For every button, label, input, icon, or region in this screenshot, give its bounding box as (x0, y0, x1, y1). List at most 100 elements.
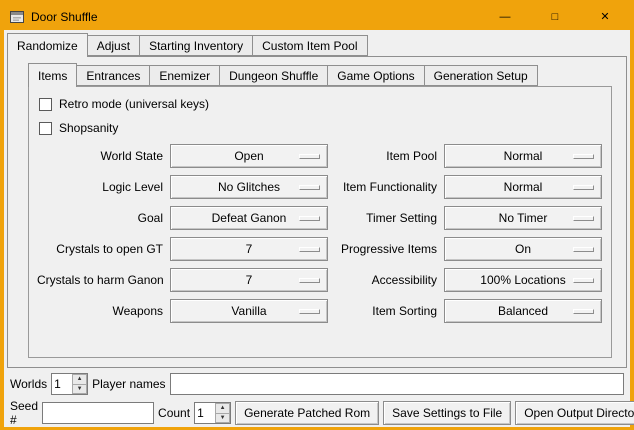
tab-custom-item-pool[interactable]: Custom Item Pool (252, 35, 367, 56)
dropdown-indicator-icon (573, 216, 594, 221)
goal-dropdown[interactable]: Defeat Ganon (170, 206, 328, 230)
world-state-value: Open (234, 149, 263, 163)
spin-down-icon[interactable]: ▼ (215, 414, 230, 424)
crystals-harm-ganon-label: Crystals to harm Ganon (37, 273, 163, 287)
worlds-spin-arrows: ▲ ▼ (72, 374, 87, 394)
spin-down-icon[interactable]: ▼ (72, 385, 87, 395)
shopsanity-checkbox[interactable] (39, 122, 52, 135)
worlds-label: Worlds (10, 377, 47, 391)
maximize-icon: □ (552, 12, 559, 23)
dropdown-indicator-icon (299, 278, 320, 283)
client-area: Randomize Adjust Starting Inventory Cust… (4, 30, 630, 427)
logic-level-dropdown[interactable]: No Glitches (170, 175, 328, 199)
seed-label: Seed # (10, 399, 38, 427)
item-pool-label: Item Pool (335, 149, 437, 163)
crystals-open-gt-value: 7 (246, 242, 253, 256)
dropdown-indicator-icon (299, 185, 320, 190)
item-pool-value: Normal (504, 149, 543, 163)
dropdown-indicator-icon (299, 247, 320, 252)
titlebar[interactable]: Door Shuffle — □ ✕ (4, 4, 630, 30)
tab-randomize[interactable]: Randomize (7, 33, 88, 57)
tab-game-options[interactable]: Game Options (327, 65, 424, 86)
app-icon (9, 9, 25, 25)
crystals-open-gt-label: Crystals to open GT (37, 242, 163, 256)
accessibility-dropdown[interactable]: 100% Locations (444, 268, 602, 292)
goal-label: Goal (37, 211, 163, 225)
inner-tab-bar: Items Entrances Enemizer Dungeon Shuffle… (8, 62, 626, 86)
tab-dungeon-shuffle[interactable]: Dungeon Shuffle (219, 65, 328, 86)
timer-setting-value: No Timer (499, 211, 548, 225)
dropdown-indicator-icon (573, 247, 594, 252)
worlds-spinner: ▲ ▼ (51, 373, 88, 395)
tab-items[interactable]: Items (28, 63, 77, 87)
logic-level-label: Logic Level (37, 180, 163, 194)
item-functionality-label: Item Functionality (335, 180, 437, 194)
goal-value: Defeat Ganon (212, 211, 287, 225)
tab-enemizer[interactable]: Enemizer (149, 65, 220, 86)
randomize-panel: Items Entrances Enemizer Dungeon Shuffle… (7, 56, 627, 368)
dropdown-indicator-icon (573, 154, 594, 159)
save-settings-button[interactable]: Save Settings to File (383, 401, 511, 425)
dropdown-indicator-icon (299, 309, 320, 314)
count-label: Count (158, 406, 190, 420)
seed-input[interactable] (42, 402, 154, 424)
tab-adjust[interactable]: Adjust (87, 35, 140, 56)
generate-patched-rom-button[interactable]: Generate Patched Rom (235, 401, 379, 425)
open-output-directory-button[interactable]: Open Output Directory (515, 401, 634, 425)
player-names-input[interactable] (170, 373, 625, 395)
item-sorting-dropdown[interactable]: Balanced (444, 299, 602, 323)
worlds-row: Worlds ▲ ▼ Player names (7, 373, 627, 395)
spin-up-icon[interactable]: ▲ (215, 403, 230, 414)
options-grid: World State Open Item Pool Normal Logic … (37, 144, 603, 323)
shopsanity-row: Shopsanity (37, 116, 603, 140)
dropdown-indicator-icon (299, 154, 320, 159)
shopsanity-label[interactable]: Shopsanity (59, 121, 118, 135)
tab-entrances[interactable]: Entrances (76, 65, 150, 86)
timer-setting-dropdown[interactable]: No Timer (444, 206, 602, 230)
spin-up-icon[interactable]: ▲ (72, 374, 87, 385)
close-button[interactable]: ✕ (580, 4, 630, 30)
outer-tab-bar: Randomize Adjust Starting Inventory Cust… (7, 32, 627, 56)
item-sorting-label: Item Sorting (335, 304, 437, 318)
maximize-button[interactable]: □ (530, 4, 580, 30)
close-icon: ✕ (600, 12, 609, 23)
crystals-open-gt-dropdown[interactable]: 7 (170, 237, 328, 261)
item-functionality-dropdown[interactable]: Normal (444, 175, 602, 199)
world-state-dropdown[interactable]: Open (170, 144, 328, 168)
crystals-harm-ganon-dropdown[interactable]: 7 (170, 268, 328, 292)
tab-starting-inventory[interactable]: Starting Inventory (139, 35, 253, 56)
dropdown-indicator-icon (573, 309, 594, 314)
door-shuffle-window: Door Shuffle — □ ✕ Randomize Adjust Star… (0, 0, 634, 430)
weapons-dropdown[interactable]: Vanilla (170, 299, 328, 323)
weapons-value: Vanilla (231, 304, 266, 318)
retro-mode-label[interactable]: Retro mode (universal keys) (59, 97, 209, 111)
dropdown-indicator-icon (573, 185, 594, 190)
retro-mode-row: Retro mode (universal keys) (37, 92, 603, 116)
count-spin-arrows: ▲ ▼ (215, 403, 230, 423)
retro-mode-checkbox[interactable] (39, 98, 52, 111)
crystals-harm-ganon-value: 7 (246, 273, 253, 287)
generate-row: Seed # Count ▲ ▼ Generate Patched Rom Sa… (7, 399, 627, 427)
player-names-label: Player names (92, 377, 165, 391)
timer-setting-label: Timer Setting (335, 211, 437, 225)
weapons-label: Weapons (37, 304, 163, 318)
world-state-label: World State (37, 149, 163, 163)
window-title: Door Shuffle (31, 10, 98, 24)
dropdown-indicator-icon (573, 278, 594, 283)
minimize-button[interactable]: — (480, 4, 530, 30)
window-controls: — □ ✕ (480, 4, 630, 30)
accessibility-value: 100% Locations (480, 273, 565, 287)
progressive-items-dropdown[interactable]: On (444, 237, 602, 261)
progressive-items-label: Progressive Items (335, 242, 437, 256)
item-functionality-value: Normal (504, 180, 543, 194)
count-spinner: ▲ ▼ (194, 402, 231, 424)
tab-generation-setup[interactable]: Generation Setup (424, 65, 538, 86)
progressive-items-value: On (515, 242, 531, 256)
item-sorting-value: Balanced (498, 304, 548, 318)
logic-level-value: No Glitches (218, 180, 280, 194)
accessibility-label: Accessibility (335, 273, 437, 287)
worlds-input[interactable] (52, 374, 72, 394)
count-input[interactable] (195, 403, 215, 423)
dropdown-indicator-icon (299, 216, 320, 221)
item-pool-dropdown[interactable]: Normal (444, 144, 602, 168)
